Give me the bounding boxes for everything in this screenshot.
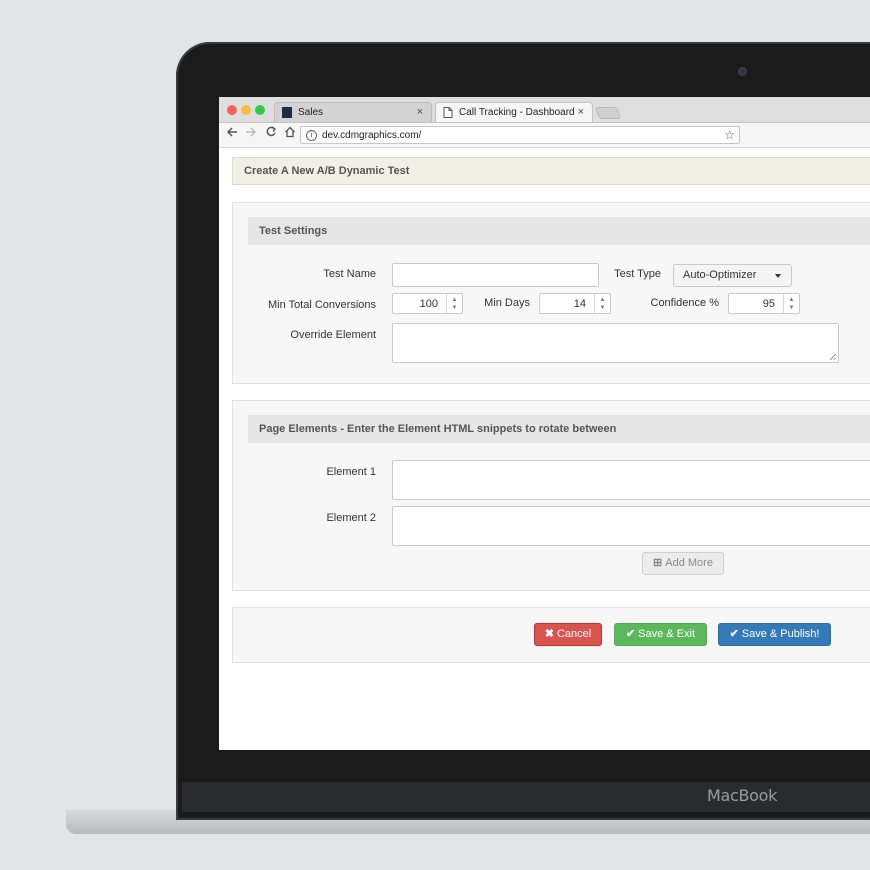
- save-publish-button[interactable]: ✔ Save & Publish!: [718, 623, 831, 646]
- caret-down-icon: [775, 274, 781, 278]
- page-content: Create A New A/B Dynamic Test Test Setti…: [219, 148, 870, 750]
- min-days-value: 14: [573, 298, 586, 310]
- browser-toolbar: i dev.cdmgraphics.com/ ☆: [219, 123, 870, 148]
- confidence-label: Confidence %: [650, 297, 720, 309]
- page-title: Create A New A/B Dynamic Test: [232, 157, 870, 185]
- test-settings-panel: Test Settings Test Name Test Type Auto-O…: [232, 202, 870, 384]
- new-tab-button[interactable]: [594, 107, 622, 119]
- min-conversions-value: 100: [419, 298, 438, 310]
- page-favicon-icon: [443, 107, 453, 118]
- cancel-button[interactable]: ✖ Cancel: [534, 623, 602, 646]
- spinner-arrows-icon[interactable]: ▲ ▼: [446, 294, 462, 313]
- tab-call-tracking[interactable]: Call Tracking - Dashboard ×: [435, 102, 593, 122]
- page-elements-panel: Page Elements - Enter the Element HTML s…: [232, 400, 870, 591]
- sales-favicon-icon: [282, 107, 292, 118]
- test-type-value: Auto-Optimizer: [683, 269, 757, 281]
- element-2-textarea[interactable]: [392, 506, 870, 546]
- element-1-textarea[interactable]: [392, 460, 870, 500]
- back-arrow-icon[interactable]: [224, 126, 240, 141]
- tab-close-icon[interactable]: ×: [417, 106, 423, 118]
- info-icon[interactable]: i: [306, 129, 317, 141]
- check-icon: ✔: [625, 628, 636, 640]
- tab-close-icon[interactable]: ×: [578, 106, 584, 118]
- tab-label: Call Tracking - Dashboard: [459, 107, 575, 118]
- save-exit-button[interactable]: ✔ Save & Exit: [614, 623, 707, 646]
- tab-label: Sales: [298, 107, 324, 118]
- browser-window: Sales × Call Tracking - Dashboard × i de…: [219, 97, 870, 750]
- element-2-label: Element 2: [326, 512, 376, 524]
- home-icon[interactable]: [282, 126, 298, 141]
- bookmark-star-icon[interactable]: ☆: [724, 128, 735, 142]
- tab-strip: Sales × Call Tracking - Dashboard ×: [219, 97, 870, 123]
- confidence-stepper[interactable]: 95 ▲ ▼: [728, 293, 800, 314]
- override-element-label: Override Element: [290, 329, 376, 341]
- cancel-label: Cancel: [556, 628, 592, 640]
- webcam: [738, 67, 747, 76]
- window-zoom-button[interactable]: [255, 105, 265, 115]
- add-more-label: Add More: [665, 557, 713, 569]
- spinner-arrows-icon[interactable]: ▲ ▼: [594, 294, 610, 313]
- reload-icon[interactable]: [263, 126, 279, 141]
- spinner-arrows-icon[interactable]: ▲ ▼: [783, 294, 799, 313]
- address-bar[interactable]: i dev.cdmgraphics.com/ ☆: [300, 126, 740, 144]
- test-settings-heading: Test Settings: [248, 217, 870, 245]
- resize-handle-icon[interactable]: [830, 354, 836, 360]
- window-close-button[interactable]: [227, 105, 237, 115]
- add-more-button[interactable]: ⊞ Add More: [642, 552, 724, 575]
- min-conversions-stepper[interactable]: 100 ▲ ▼: [392, 293, 463, 314]
- x-icon: ✖: [544, 628, 554, 640]
- override-element-textarea[interactable]: [392, 323, 839, 363]
- test-name-label: Test Name: [323, 268, 376, 280]
- tab-sales[interactable]: Sales ×: [274, 102, 432, 122]
- min-days-label: Min Days: [484, 297, 530, 309]
- save-exit-label: Save & Exit: [638, 628, 696, 640]
- check-icon: ✔: [729, 628, 739, 640]
- url-text: dev.cdmgraphics.com/: [322, 129, 422, 141]
- plus-square-icon: ⊞: [653, 557, 663, 569]
- window-minimize-button[interactable]: [241, 105, 251, 115]
- laptop-brand-label: MacBook: [707, 786, 778, 805]
- confidence-value: 95: [762, 298, 775, 310]
- action-bar: ✖ Cancel ✔ Save & Exit ✔ Save & Publish!: [232, 607, 870, 663]
- min-conversions-label: Min Total Conversions: [267, 299, 376, 311]
- publish-label: Save & Publish!: [741, 628, 820, 640]
- test-type-dropdown[interactable]: Auto-Optimizer: [673, 264, 792, 287]
- min-days-stepper[interactable]: 14 ▲ ▼: [539, 293, 611, 314]
- test-type-label: Test Type: [614, 268, 661, 280]
- forward-arrow-icon[interactable]: [243, 126, 259, 141]
- page-elements-heading: Page Elements - Enter the Element HTML s…: [248, 415, 870, 443]
- element-1-label: Element 1: [326, 466, 376, 478]
- test-name-input[interactable]: [392, 263, 599, 287]
